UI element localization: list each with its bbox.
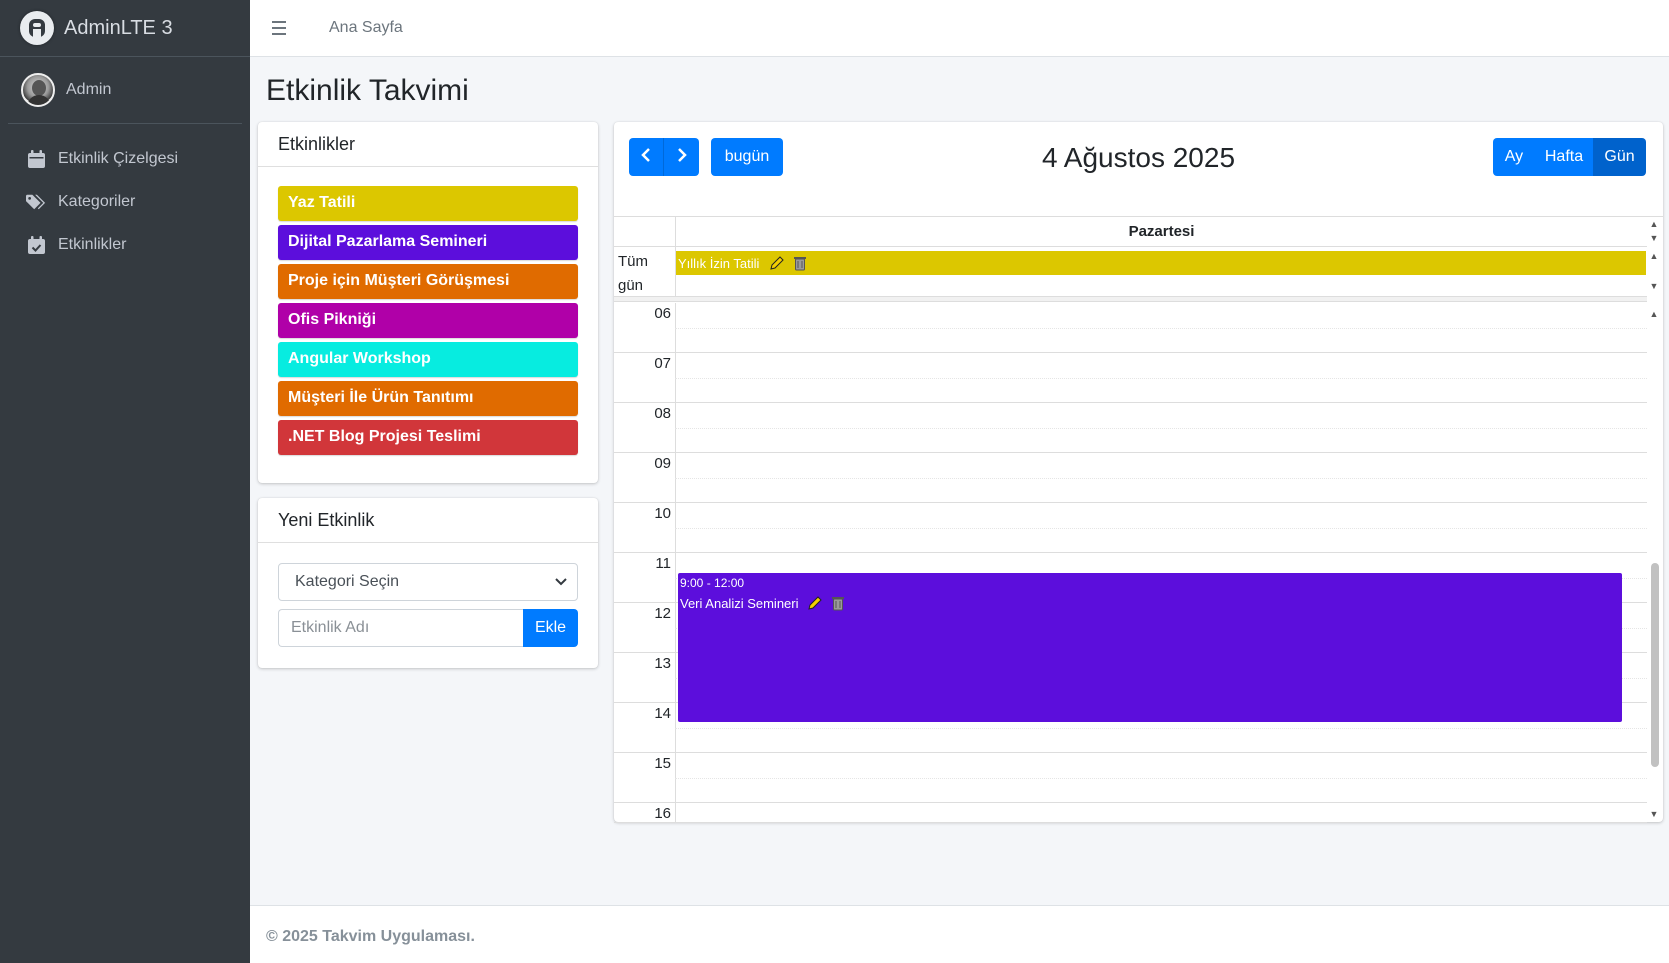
calendar-card: bugün 4 Ağustos 2025 Ay Hafta Gün Pazart… — [614, 122, 1663, 823]
time-slot-label: 10 — [654, 505, 671, 522]
time-slot-label: 06 — [654, 305, 671, 322]
time-slot-row: 07 — [614, 353, 1647, 403]
chevron-down-icon — [555, 573, 567, 591]
user-name[interactable]: Admin — [66, 81, 111, 99]
time-slot-label: 08 — [654, 405, 671, 422]
page-title: Etkinlik Takvimi — [266, 74, 469, 107]
avatar — [21, 73, 55, 107]
category-select-value: Kategori Seçin — [295, 573, 400, 590]
time-slot-row: 06 — [614, 303, 1647, 353]
scroll-up-arrow-icon[interactable]: ▲ — [1648, 219, 1660, 229]
sidebar-item-etkinlikler[interactable]: Etkinlikler — [8, 225, 242, 265]
external-event[interactable]: Proje için Müşteri Görüşmesi — [278, 264, 578, 299]
time-slot-row: 10 — [614, 503, 1647, 553]
half-hour-line — [675, 528, 1647, 529]
view-week-button[interactable]: Hafta — [1535, 138, 1593, 176]
half-hour-line — [675, 428, 1647, 429]
scroll-up-arrow-icon[interactable]: ▲ — [1648, 251, 1660, 261]
scroll-up-arrow-icon[interactable]: ▲ — [1648, 309, 1660, 319]
footer: © 2025 Takvim Uygulaması. — [250, 905, 1669, 963]
time-slot-row: 15 — [614, 753, 1647, 803]
calendar-check-icon — [26, 235, 46, 255]
allday-label: Tüm gün — [618, 250, 648, 298]
trash-icon[interactable] — [831, 595, 845, 611]
time-slot-row: 08 — [614, 403, 1647, 453]
tags-icon — [26, 192, 46, 212]
brand-text: AdminLTE 3 — [64, 16, 173, 39]
event-name-input[interactable]: Etkinlik Adı — [278, 609, 523, 647]
time-slot-label: 15 — [654, 755, 671, 772]
header-gutter — [614, 217, 675, 247]
time-slot-label: 13 — [654, 655, 671, 672]
half-hour-line — [675, 728, 1647, 729]
time-slot-label: 11 — [655, 555, 671, 572]
pencil-icon[interactable] — [769, 255, 785, 271]
adminlte-logo-icon — [20, 11, 54, 45]
pencil-icon[interactable] — [807, 595, 823, 611]
allday-label-line: gün — [618, 277, 644, 294]
add-event-button[interactable]: Ekle — [523, 609, 578, 647]
user-panel[interactable]: Admin — [8, 57, 242, 124]
allday-event[interactable]: Yıllık İzin Tatili — [676, 251, 1646, 275]
event-name-group: Etkinlik Adı Ekle — [278, 609, 578, 647]
sidebar-item-label: Etkinlik Çizelgesi — [58, 150, 179, 167]
view-month-button[interactable]: Ay — [1493, 138, 1535, 176]
time-slot-label: 12 — [654, 605, 671, 622]
top-navbar: Ana Sayfa — [250, 0, 1669, 57]
new-event-card: Yeni Etkinlik Kategori Seçin Etkinlik Ad… — [258, 498, 598, 668]
brand-link[interactable]: AdminLTE 3 — [0, 0, 250, 57]
day-column-header: Pazartesi — [675, 217, 1647, 247]
time-slot-label: 14 — [654, 705, 671, 722]
scroll-down-arrow-icon[interactable]: ▼ — [1648, 809, 1660, 819]
event-time: 9:00 - 12:00 — [680, 576, 745, 590]
half-hour-line — [675, 778, 1647, 779]
time-slot-label: 16 — [654, 805, 671, 822]
timed-event[interactable]: 9:00 - 12:00 Veri Analizi Semineri — [678, 573, 1622, 722]
half-hour-line — [675, 478, 1647, 479]
card-title: Etkinlikler — [258, 122, 598, 167]
time-slot-label: 09 — [654, 455, 671, 472]
time-slot-row: 09 — [614, 453, 1647, 503]
category-select[interactable]: Kategori Seçin — [278, 563, 578, 601]
allday-event-title: Yıllık İzin Tatili — [678, 255, 760, 271]
scroll-down-arrow-icon[interactable]: ▼ — [1648, 233, 1660, 243]
external-event[interactable]: Ofis Pikniği — [278, 303, 578, 338]
time-slot-cell[interactable] — [675, 803, 1647, 823]
trash-icon[interactable] — [793, 255, 807, 271]
external-event[interactable]: Yaz Tatili — [278, 186, 578, 221]
allday-divider — [614, 297, 1647, 302]
external-event[interactable]: Angular Workshop — [278, 342, 578, 377]
calendar-grid: Pazartesi ▲ ▼ Tüm gün Yıllık İzin Tatili… — [614, 216, 1663, 823]
half-hour-line — [675, 378, 1647, 379]
sidebar-item-etkinlik-cizelgesi[interactable]: Etkinlik Çizelgesi — [8, 139, 242, 179]
scrollbar-thumb[interactable] — [1651, 563, 1659, 767]
sidebar-item-kategoriler[interactable]: Kategoriler — [8, 182, 242, 222]
scroll-down-arrow-icon[interactable]: ▼ — [1648, 281, 1660, 291]
external-event[interactable]: .NET Blog Projesi Teslimi — [278, 420, 578, 455]
time-slot-label: 07 — [654, 355, 671, 372]
external-events-list: Yaz Tatili Dijital Pazarlama Semineri Pr… — [258, 167, 598, 478]
allday-label-line: Tüm — [618, 253, 648, 270]
view-day-button[interactable]: Gün — [1593, 138, 1646, 176]
sidebar-item-label: Etkinlikler — [58, 236, 127, 253]
view-switcher: Ay Hafta Gün — [1493, 138, 1646, 176]
hamburger-menu-icon[interactable] — [272, 21, 294, 35]
sidebar: AdminLTE 3 Admin Etkinlik Çizelgesi Kate… — [0, 0, 250, 963]
event-title: Veri Analizi Semineri — [680, 595, 799, 611]
external-event[interactable]: Müşteri İle Ürün Tanıtımı — [278, 381, 578, 416]
calendar-icon — [26, 149, 46, 169]
sidebar-nav: Etkinlik Çizelgesi Kategoriler Etkinlikl… — [0, 124, 250, 265]
external-event[interactable]: Dijital Pazarlama Semineri — [278, 225, 578, 260]
external-events-card: Etkinlikler Yaz Tatili Dijital Pazarlama… — [258, 122, 598, 483]
half-hour-line — [675, 328, 1647, 329]
time-slot-row: 16 — [614, 803, 1647, 823]
card-title: Yeni Etkinlik — [258, 498, 598, 543]
sidebar-item-label: Kategoriler — [58, 193, 136, 210]
event-name-placeholder: Etkinlik Adı — [291, 619, 370, 636]
home-link[interactable]: Ana Sayfa — [329, 19, 403, 37]
